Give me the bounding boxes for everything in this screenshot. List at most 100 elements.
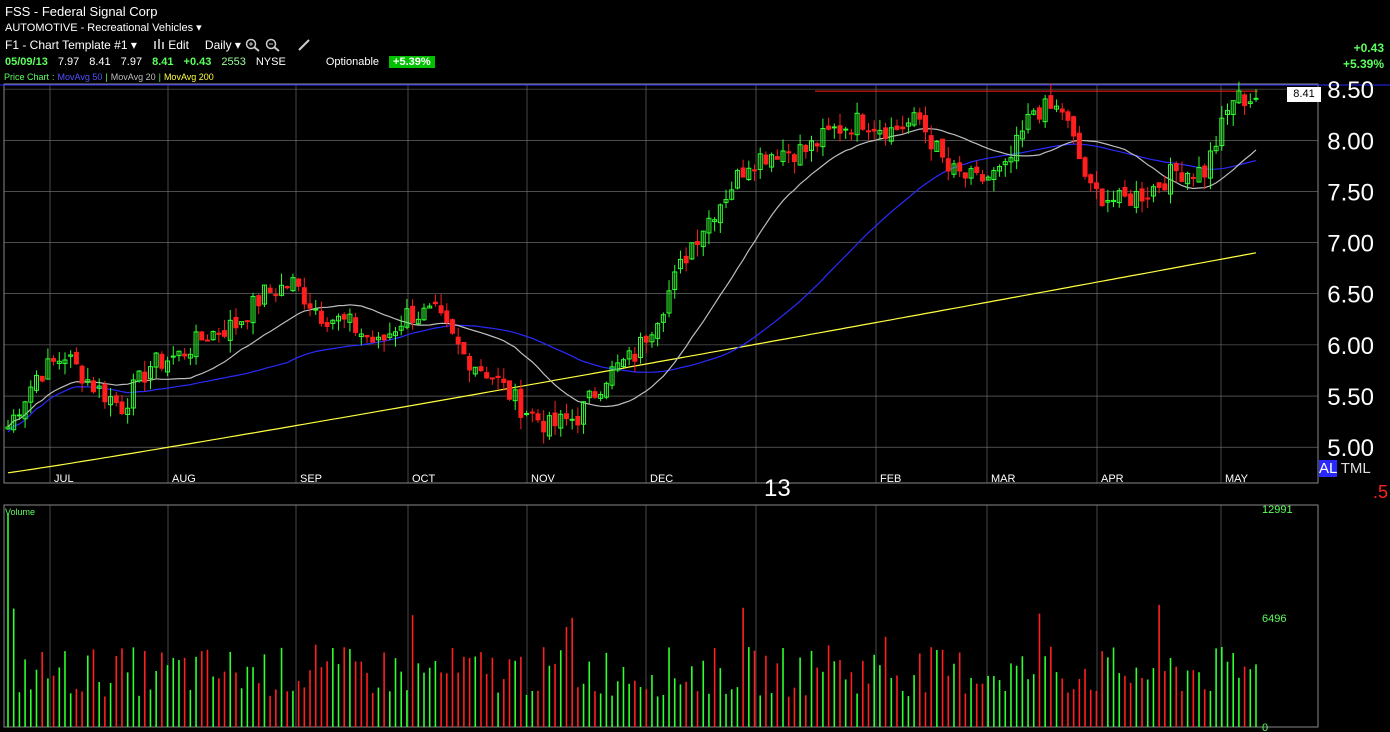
bars-icon <box>153 39 164 49</box>
candle-down <box>740 167 746 178</box>
candle-up <box>1133 191 1139 208</box>
x-tick-label: AUG <box>172 473 196 485</box>
candle-up <box>1219 117 1225 147</box>
candle-down <box>1202 165 1208 178</box>
candle-up <box>991 169 997 181</box>
candle-up <box>546 415 552 437</box>
y-tick-label: 7.50 <box>1327 179 1374 206</box>
candle-down <box>495 375 501 379</box>
candle-down <box>803 144 809 153</box>
candle-down <box>307 303 313 309</box>
template-select[interactable]: F1 - Chart Template #1 ▾ <box>5 38 137 52</box>
candle-up <box>831 126 837 129</box>
candle-down <box>1099 188 1105 207</box>
candle-up <box>746 167 752 181</box>
grid-lines <box>0 83 1390 728</box>
y-tick-label: 6.00 <box>1327 333 1374 360</box>
candle-down <box>826 125 832 130</box>
candle-up <box>165 360 171 373</box>
candle-down <box>318 310 324 324</box>
candle-up <box>472 366 478 375</box>
candle-up <box>330 319 336 324</box>
quote-volume: 2553 <box>221 56 246 68</box>
volume-title: Volume <box>5 507 36 517</box>
candle-down <box>1145 197 1151 200</box>
candle-up <box>660 314 666 323</box>
candle-down <box>79 365 85 384</box>
candle-down <box>39 375 45 382</box>
dropdown-arrow-icon[interactable]: ▾ <box>196 22 202 34</box>
candle-up <box>911 112 917 126</box>
candle-up <box>638 336 644 358</box>
candle-up <box>951 163 957 175</box>
candle-up <box>524 413 530 416</box>
draw-pen-icon[interactable] <box>297 38 311 52</box>
volume-tick-label: 12991 <box>1262 504 1293 516</box>
candle-up <box>415 318 421 325</box>
candle-up <box>136 370 142 382</box>
volume-panel-border <box>3 504 1319 728</box>
candle-up <box>1111 199 1117 202</box>
candle-up <box>769 154 775 168</box>
candle-down <box>865 130 871 133</box>
quote-low: 7.97 <box>120 56 143 68</box>
candle-down <box>917 112 923 120</box>
candle-up <box>1042 98 1048 123</box>
right-change-pct: +5.39% <box>1342 57 1384 71</box>
price-volume-chart[interactable]: 5.00 5.50 6.00 6.50 7.00 7.50 8.00 8.50 JUL AUG SE… <box>0 0 1390 732</box>
candle-up <box>1150 186 1156 197</box>
candle-up <box>609 366 615 386</box>
candle-down <box>267 287 273 293</box>
zoom-in-icon[interactable] <box>245 38 261 52</box>
candle-up <box>1253 97 1259 100</box>
period-select[interactable]: Daily ▾ <box>205 38 241 52</box>
candle-down <box>142 371 148 383</box>
candle-up <box>706 217 712 234</box>
candle-down <box>438 305 444 314</box>
candle-up <box>11 414 17 431</box>
candle-up <box>655 323 661 339</box>
candle-down <box>51 358 57 362</box>
candle-down <box>222 330 228 337</box>
candle-down <box>506 380 512 400</box>
candle-up <box>85 379 91 383</box>
candle-up <box>1185 172 1191 185</box>
candle-down <box>552 412 558 427</box>
quote-date: 05/09/13 <box>5 56 48 68</box>
candle-down <box>119 401 125 415</box>
candle-up <box>130 379 136 409</box>
ma50-line <box>7 143 1257 433</box>
candle-down <box>467 355 473 371</box>
candle-up <box>28 386 34 403</box>
tml-toggle[interactable]: TML <box>1337 460 1371 477</box>
quote-line: 05/09/13 7.97 8.41 7.97 8.41 +0.43 2553 … <box>5 56 435 68</box>
edit-button[interactable]: Edit <box>153 38 189 52</box>
zoom-out-icon[interactable] <box>265 38 281 52</box>
candle-up <box>1054 105 1060 110</box>
candle-down <box>273 293 279 297</box>
candle-down <box>529 411 535 414</box>
candle-up <box>1207 150 1213 179</box>
quote-exchange: NYSE <box>255 56 286 68</box>
al-toggle[interactable]: AL <box>1319 460 1337 477</box>
candle-down <box>541 420 547 433</box>
candle-down <box>432 301 438 305</box>
candle-down <box>461 342 467 355</box>
candle-up <box>888 127 894 142</box>
ma20-path <box>7 127 1257 428</box>
candle-down <box>244 320 250 323</box>
candle-up <box>1116 190 1122 204</box>
candle-up <box>512 389 518 402</box>
industry-label[interactable]: AUTOMOTIVE - Recreational Vehicles ▾ <box>5 21 202 34</box>
candle-down <box>1242 94 1248 107</box>
al-tml-selector[interactable]: AL TML <box>1319 460 1371 477</box>
legend-ma20: MovAvg 20 <box>110 72 156 82</box>
candle-up <box>729 189 735 200</box>
x-tick-label: 13 <box>764 475 791 502</box>
candle-down <box>979 174 985 182</box>
y-tick-label: 5.50 <box>1327 384 1374 411</box>
candle-up <box>603 382 609 398</box>
candle-down <box>489 377 495 380</box>
volume-bars <box>7 513 1257 727</box>
volume-tick-label: 0 <box>1262 722 1268 732</box>
